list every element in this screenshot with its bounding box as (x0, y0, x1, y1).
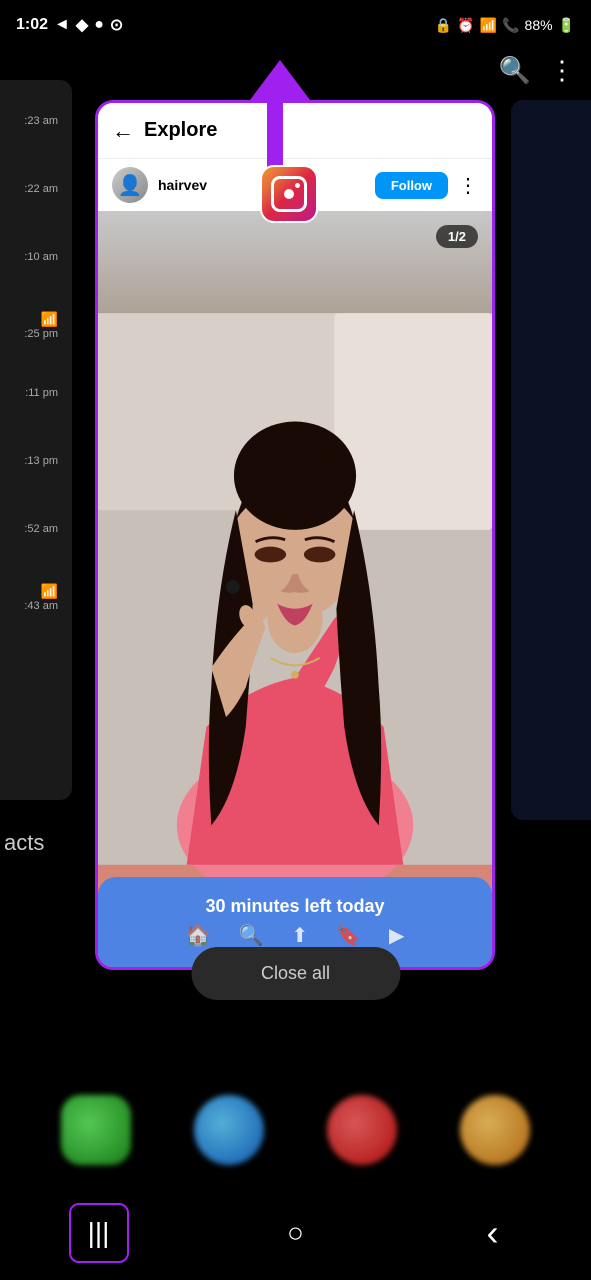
screen-time-text: 30 minutes left today (205, 896, 384, 917)
recents-icon: ||| (88, 1217, 110, 1249)
explore-title: Explore (144, 119, 478, 142)
home-button[interactable]: ○ (266, 1203, 326, 1263)
back-button[interactable]: ‹ (463, 1203, 523, 1263)
instagram-status-icon: ⊙ (110, 15, 123, 35)
post-image-figure: 1/2 (98, 211, 492, 967)
left-strip-time: :13 pm (24, 455, 58, 467)
left-strip-item[interactable]: :13 pm (6, 430, 64, 492)
status-right: 🔒 ⏰ 📶 📞 88% 🔋 (435, 17, 575, 34)
recents-button[interactable]: ||| (69, 1203, 129, 1263)
wifi-small-icon: 📶 (41, 311, 58, 328)
left-strip-item[interactable]: :11 pm (6, 362, 64, 424)
left-strip-item[interactable]: :10 am (6, 226, 64, 288)
instagram-icon (260, 165, 318, 223)
dock-icon-red[interactable] (327, 1095, 397, 1165)
back-nav-icon: ‹ (487, 1212, 499, 1254)
location-icon: ◄ (54, 16, 70, 34)
post-image: 1/2 30 minutes left today 🏠 🔍 ⬆ 🔖 ▶ (98, 211, 492, 967)
top-icons: 🔍 ⋮ (499, 55, 575, 86)
left-strip-time: :11 pm (25, 387, 58, 399)
woman-svg (98, 211, 492, 967)
menu-icon[interactable]: ⋮ (549, 55, 575, 86)
dock-icon-blue[interactable] (194, 1095, 264, 1165)
search-nav-icon: 🔍 (238, 923, 263, 948)
nav-bar: ||| ○ ‹ (0, 1185, 591, 1280)
left-strip-time: :43 am (24, 600, 58, 612)
user-avatar[interactable]: 👤 (112, 167, 148, 203)
status-bar: 1:02 ◄ ◆ ● ⊙ 🔒 ⏰ 📶 📞 88% 🔋 (0, 0, 591, 50)
time: 1:02 (16, 16, 48, 34)
left-strip-item[interactable]: :23 am (6, 90, 64, 152)
left-strip-item[interactable]: :52 am (6, 498, 64, 560)
left-strip-item[interactable]: 📶 :43 am (6, 566, 64, 628)
dock-icon-green[interactable] (61, 1095, 131, 1165)
instagram-corner-dot (295, 183, 300, 188)
left-strip-time: :23 am (24, 115, 58, 127)
battery-icon: 🔋 (558, 17, 575, 34)
home-icon: ○ (287, 1217, 304, 1249)
right-blur (511, 100, 591, 820)
screen-time-icons: 🏠 🔍 ⬆ 🔖 ▶ (186, 923, 405, 948)
instagram-lens-dot (284, 189, 294, 199)
alarm-icon: ⏰ (457, 17, 474, 34)
call-icon: 📞 (502, 17, 519, 34)
counter-badge: 1/2 (436, 225, 478, 248)
instagram-icon-inner (271, 176, 307, 212)
search-icon[interactable]: 🔍 (499, 55, 531, 86)
close-all-button[interactable]: Close all (191, 947, 400, 1000)
home-nav-icon: 🏠 (186, 923, 211, 948)
phone-frame: ← Explore 👤 hairvev Follow ⋮ (95, 100, 495, 970)
acts-label: acts (0, 830, 44, 856)
status-left: 1:02 ◄ ◆ ● ⊙ (16, 15, 123, 35)
left-strip-time: :22 am (24, 183, 58, 195)
battery-text: 88% (525, 17, 553, 33)
left-strip-time: :52 am (24, 523, 58, 535)
left-strip: :23 am :22 am :10 am 📶 :25 pm :11 pm :13… (0, 80, 72, 800)
lock-icon: 🔒 (435, 17, 452, 34)
whatsapp-icon: ● (94, 16, 104, 34)
insta-header: ← Explore (98, 103, 492, 159)
signal-icon: ◆ (76, 15, 88, 35)
arrow-head (250, 60, 310, 100)
follow-button[interactable]: Follow (375, 172, 448, 199)
bottom-dock (0, 1080, 591, 1180)
dock-icon-orange[interactable] (460, 1095, 530, 1165)
back-button[interactable]: ← (112, 118, 134, 144)
share-nav-icon: ⬆ (291, 923, 308, 948)
avatar-placeholder: 👤 (118, 173, 143, 198)
left-strip-time: :10 am (24, 251, 58, 263)
left-strip-item[interactable]: :22 am (6, 158, 64, 220)
wifi-icon: 📶 (480, 17, 497, 34)
wifi-small-icon: 📶 (41, 583, 58, 600)
left-strip-time: :25 pm (24, 328, 58, 340)
post-more-icon[interactable]: ⋮ (458, 173, 478, 198)
save-nav-icon: 🔖 (336, 923, 361, 948)
more-nav-icon: ▶ (389, 923, 404, 948)
left-strip-item[interactable]: 📶 :25 pm (6, 294, 64, 356)
instagram-app: ← Explore 👤 hairvev Follow ⋮ (98, 103, 492, 967)
